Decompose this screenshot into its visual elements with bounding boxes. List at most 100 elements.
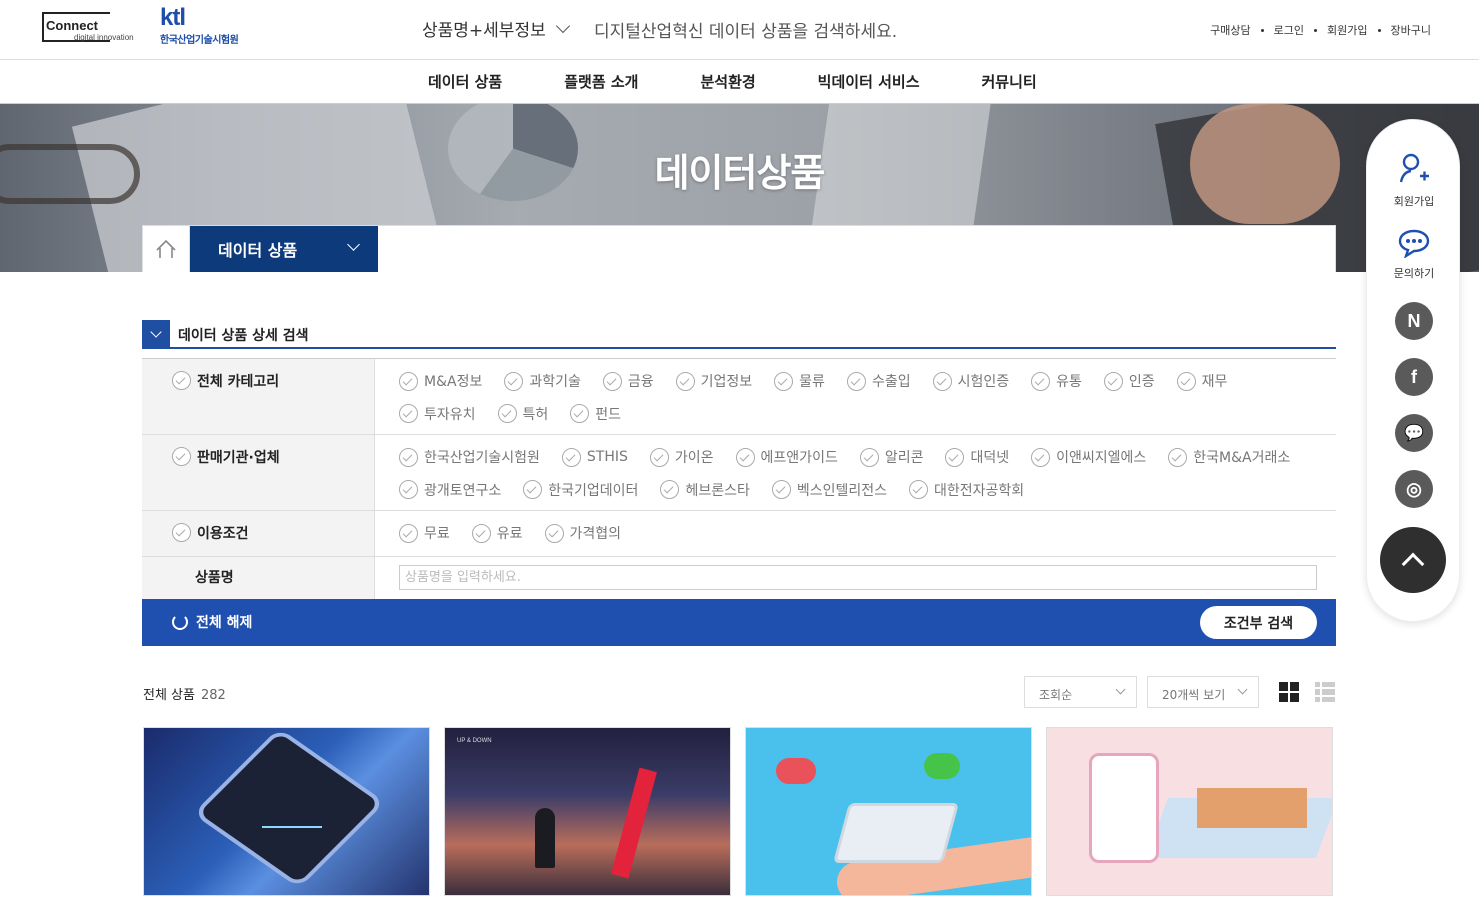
seller-option[interactable]: 대한전자공학회 — [909, 480, 1024, 500]
seller-option[interactable]: 한국M&A거래소 — [1168, 447, 1290, 467]
chevron-up-icon — [1401, 552, 1425, 576]
check-circle-icon — [172, 371, 191, 390]
nav-item-platform[interactable]: 플랫폼 소개 — [564, 71, 638, 92]
category-option[interactable]: 펀드 — [570, 404, 621, 424]
search-input[interactable]: 디지털산업혁신 데이터 상품을 검색하세요. — [594, 17, 897, 42]
util-link-consult[interactable]: 구매상담 — [1210, 22, 1250, 38]
seller-option[interactable]: 헤브론스타 — [660, 480, 750, 500]
seller-option[interactable]: 이앤씨지엘에스 — [1031, 447, 1146, 467]
nav-item-analysis[interactable]: 분석환경 — [700, 71, 755, 92]
nav-item-data-products[interactable]: 데이터 상품 — [428, 71, 502, 92]
category-option-label: 과학기술 — [529, 374, 581, 390]
category-option[interactable]: 수출입 — [846, 371, 911, 391]
chevron-down-icon — [555, 18, 570, 33]
category-option[interactable]: 기업정보 — [675, 371, 752, 391]
seller-option[interactable]: 벡스인텔리전스 — [771, 480, 887, 500]
chevron-down-icon — [1115, 684, 1126, 695]
seller-options: 한국산업기술시험원 STHIS 가이온 에프앤가이드 알리콘 대덕넷 이앤씨지엘에스 한국M&… — [375, 435, 1336, 510]
per-page-select[interactable]: 20개씩 보기 — [1147, 676, 1259, 708]
connect-logo[interactable]: Connect digital innovation — [42, 12, 146, 44]
category-option[interactable]: 재무 — [1176, 371, 1227, 391]
category-option[interactable]: 유통 — [1031, 371, 1082, 391]
grid-view-icon[interactable] — [1279, 682, 1299, 702]
total-count: 전체 상품 282 — [143, 684, 226, 703]
home-button[interactable] — [143, 226, 190, 272]
category-option[interactable]: 투자유치 — [399, 404, 476, 424]
filter-row-name: 상품명 — [142, 557, 1336, 599]
terms-option[interactable]: 무료 — [399, 523, 450, 543]
seller-option[interactable]: 광개토연구소 — [399, 480, 501, 500]
list-view-icon[interactable] — [1315, 682, 1335, 702]
product-card[interactable] — [1046, 727, 1333, 896]
quick-join-button[interactable]: 회원가입 — [1367, 152, 1461, 209]
sort-select[interactable]: 조회순 — [1024, 676, 1137, 708]
seller-option-label: 이앤씨지엘에스 — [1056, 450, 1147, 466]
category-option-label: 인증 — [1128, 374, 1155, 390]
product-card[interactable] — [143, 727, 430, 896]
ktl-logo[interactable]: ktl 한국산업기술시험원 — [160, 5, 239, 47]
nav-item-bigdata[interactable]: 빅데이터 서비스 — [818, 71, 920, 92]
check-circle-icon — [1031, 371, 1051, 391]
seller-option[interactable]: 대덕넷 — [945, 447, 1009, 467]
check-circle-icon — [649, 447, 669, 467]
category-option[interactable]: 특허 — [497, 404, 548, 424]
search-type-select[interactable]: 상품명+세부정보 — [422, 16, 570, 41]
collapse-toggle[interactable] — [142, 320, 170, 348]
terms-all-checkbox[interactable]: 이용조건 — [142, 511, 375, 556]
seller-option[interactable]: 한국기업데이터 — [523, 480, 638, 500]
check-circle-icon — [660, 480, 680, 499]
reset-all-button[interactable]: 전체 해제 — [172, 612, 252, 632]
util-link-cart[interactable]: 장바구니 — [1391, 22, 1431, 38]
check-circle-icon — [497, 404, 517, 423]
product-image — [262, 788, 322, 828]
seller-option[interactable]: 에프앤가이드 — [735, 447, 838, 467]
product-card[interactable]: UP & DOWN — [444, 727, 731, 896]
per-page-value: 20개씩 보기 — [1162, 688, 1226, 702]
ktl-logo-name: 한국산업기술시험원 — [160, 35, 239, 46]
seller-all-checkbox[interactable]: 판매기관·업체 — [142, 435, 375, 510]
seller-option-label: 한국기업데이터 — [548, 482, 639, 499]
seller-option[interactable]: 한국산업기술시험원 — [399, 447, 540, 467]
connect-logo-text: Connect — [46, 18, 98, 33]
util-link-login[interactable]: 로그인 — [1274, 22, 1304, 38]
category-option[interactable]: 인증 — [1103, 371, 1155, 391]
category-all-checkbox[interactable]: 전체 카테고리 — [142, 359, 375, 434]
instagram-icon[interactable]: ◎ — [1395, 470, 1433, 508]
detail-search-title: 데이터 상품 상세 검색 — [178, 328, 309, 344]
detail-search-header: 데이터 상품 상세 검색 — [142, 320, 1336, 349]
seller-option[interactable]: 알리콘 — [859, 447, 924, 467]
terms-option[interactable]: 가격협의 — [544, 523, 621, 543]
category-option[interactable]: 금융 — [602, 371, 654, 391]
seller-option-label: 한국산업기술시험원 — [424, 450, 540, 466]
naver-icon[interactable]: N — [1395, 302, 1433, 340]
seller-option[interactable]: 가이온 — [649, 447, 714, 467]
category-option[interactable]: 과학기술 — [504, 371, 581, 391]
nav-item-community[interactable]: 커뮤니티 — [982, 71, 1037, 92]
product-card[interactable] — [745, 727, 1032, 896]
kakaotalk-icon[interactable]: 💬 — [1395, 414, 1433, 452]
seller-option-label: 알리콘 — [884, 450, 924, 466]
check-circle-icon — [846, 371, 866, 391]
product-image — [611, 767, 657, 879]
facebook-icon[interactable]: f — [1395, 358, 1433, 396]
terms-option[interactable]: 유료 — [471, 523, 523, 543]
check-circle-icon — [523, 480, 543, 499]
category-option[interactable]: 시험인증 — [932, 371, 1010, 391]
category-option-label: 시험인증 — [957, 374, 1010, 390]
category-option-label: M&A정보 — [424, 374, 483, 390]
category-option[interactable]: M&A정보 — [399, 371, 482, 391]
category-option[interactable]: 물류 — [774, 371, 825, 391]
conditional-search-button[interactable]: 조건부 검색 — [1200, 606, 1317, 639]
seller-option-label: 가이온 — [674, 450, 714, 466]
check-circle-icon — [1031, 447, 1051, 467]
product-name-input[interactable] — [399, 565, 1317, 590]
category-option-label: 금융 — [627, 374, 654, 390]
scroll-top-button[interactable] — [1380, 527, 1446, 593]
product-image-caption: UP & DOWN — [457, 738, 492, 744]
seller-option[interactable]: STHIS — [561, 447, 628, 467]
quick-menu: 회원가입 문의하기 N f 💬 ◎ — [1366, 119, 1460, 622]
util-link-join[interactable]: 회원가입 — [1327, 22, 1367, 38]
check-circle-icon — [675, 371, 695, 391]
quick-inquiry-button[interactable]: 문의하기 — [1367, 228, 1461, 281]
breadcrumb-current[interactable]: 데이터 상품 — [190, 226, 378, 272]
